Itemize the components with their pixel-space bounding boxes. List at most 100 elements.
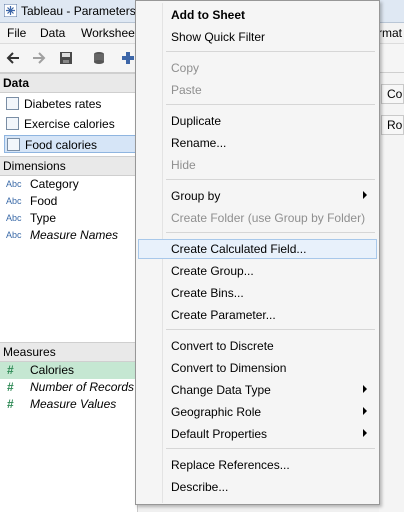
window-title: Tableau - Parameters bbox=[21, 4, 136, 18]
measures-header-label: Measures bbox=[3, 345, 56, 359]
field-label: Category bbox=[30, 177, 79, 191]
menu-item-rename[interactable]: Rename... bbox=[138, 133, 377, 153]
number-type-icon: # bbox=[7, 380, 14, 394]
measures-section-header: Measures bbox=[0, 342, 137, 362]
menu-item-label: Convert to Discrete bbox=[171, 339, 274, 353]
menu-item-label: Create Calculated Field... bbox=[171, 242, 307, 256]
field-label: Number of Records bbox=[30, 380, 135, 394]
field-label: Type bbox=[30, 211, 57, 225]
menu-item-add-to-sheet[interactable]: Add to Sheet bbox=[138, 5, 377, 25]
dimensions-header-label: Dimensions bbox=[3, 159, 66, 173]
save-icon[interactable] bbox=[58, 50, 74, 66]
menu-data[interactable]: Data bbox=[40, 26, 65, 40]
menu-item-label: Group by bbox=[171, 189, 221, 203]
menu-item-create-group[interactable]: Create Group... bbox=[138, 261, 377, 281]
menu-item-label: Show Quick Filter bbox=[171, 30, 266, 44]
data-source-exercise-calories[interactable]: Exercise calories bbox=[4, 115, 137, 133]
menu-separator bbox=[166, 329, 375, 330]
menu-item-label: Create Parameter... bbox=[171, 308, 276, 322]
tableau-app-icon bbox=[4, 4, 17, 17]
menu-item-label: Geographic Role bbox=[171, 405, 262, 419]
menu-item-label: Replace References... bbox=[171, 458, 290, 472]
menu-item-label: Create Bins... bbox=[171, 286, 244, 300]
data-section-header: Data bbox=[0, 73, 137, 93]
dimension-food[interactable]: Abc Food bbox=[0, 193, 137, 210]
data-source-diabetes-rates[interactable]: Diabetes rates bbox=[4, 95, 137, 113]
string-type-icon: Abc bbox=[6, 230, 22, 240]
submenu-arrow-icon bbox=[363, 407, 367, 415]
field-context-menu: Add to Sheet Show Quick Filter Copy Past… bbox=[135, 0, 380, 505]
submenu-arrow-icon bbox=[363, 429, 367, 437]
menu-item-replace-references[interactable]: Replace References... bbox=[138, 455, 377, 475]
string-type-icon: Abc bbox=[6, 179, 22, 189]
field-label: Measure Names bbox=[30, 228, 119, 242]
data-source-label: Exercise calories bbox=[24, 117, 115, 131]
menu-item-change-data-type[interactable]: Change Data Type bbox=[138, 380, 377, 400]
dimension-type[interactable]: Abc Type bbox=[0, 210, 137, 227]
menu-item-create-parameter[interactable]: Create Parameter... bbox=[138, 305, 377, 325]
datasource-linked-icon bbox=[7, 138, 20, 151]
menu-item-label: Add to Sheet bbox=[171, 8, 245, 22]
field-label: Calories bbox=[30, 363, 75, 377]
database-icon[interactable] bbox=[91, 50, 107, 66]
measure-calories[interactable]: # Calories bbox=[0, 362, 137, 379]
number-type-icon: # bbox=[7, 397, 14, 411]
workspace-edge bbox=[379, 73, 404, 512]
menu-item-duplicate[interactable]: Duplicate bbox=[138, 111, 377, 131]
menu-item-label: Default Properties bbox=[171, 427, 268, 441]
datasource-icon bbox=[6, 117, 19, 130]
dimensions-section-header: Dimensions bbox=[0, 156, 137, 176]
menu-item-label: Create Folder (use Group by Folder) bbox=[171, 211, 366, 225]
back-arrow-icon[interactable] bbox=[5, 50, 21, 66]
menu-separator bbox=[166, 51, 375, 52]
data-source-food-calories[interactable]: Food calories bbox=[4, 135, 137, 153]
field-label: Measure Values bbox=[30, 397, 117, 411]
menu-item-label: Describe... bbox=[171, 480, 229, 494]
forward-arrow-icon[interactable] bbox=[31, 50, 47, 66]
menu-item-label: Change Data Type bbox=[171, 383, 271, 397]
menu-item-copy[interactable]: Copy bbox=[138, 58, 377, 78]
submenu-arrow-icon bbox=[363, 191, 367, 199]
string-type-icon: Abc bbox=[6, 213, 22, 223]
menu-item-create-calculated-field[interactable]: Create Calculated Field... bbox=[138, 239, 377, 259]
dimension-measure-names[interactable]: Abc Measure Names bbox=[0, 227, 137, 244]
data-header-label: Data bbox=[3, 76, 30, 90]
menu-item-show-quick-filter[interactable]: Show Quick Filter bbox=[138, 27, 377, 47]
menu-item-describe[interactable]: Describe... bbox=[138, 477, 377, 497]
rows-shelf-label: Ro bbox=[387, 118, 403, 132]
menu-item-convert-to-dimension[interactable]: Convert to Dimension bbox=[138, 358, 377, 378]
menu-item-label: Duplicate bbox=[171, 114, 222, 128]
number-type-icon: # bbox=[7, 363, 14, 377]
menu-format-fragment[interactable]: rmat bbox=[378, 26, 402, 40]
menu-item-hide[interactable]: Hide bbox=[138, 155, 377, 175]
menu-item-paste[interactable]: Paste bbox=[138, 80, 377, 100]
menu-item-label: Copy bbox=[171, 61, 200, 75]
data-source-label: Diabetes rates bbox=[24, 97, 102, 111]
menu-item-label: Rename... bbox=[171, 136, 227, 150]
menu-item-create-folder[interactable]: Create Folder (use Group by Folder) bbox=[138, 208, 377, 228]
measure-number-of-records[interactable]: # Number of Records bbox=[0, 379, 137, 396]
menu-item-default-properties[interactable]: Default Properties bbox=[138, 424, 377, 444]
menu-worksheet[interactable]: Worksheet bbox=[81, 26, 138, 40]
field-label: Food bbox=[30, 194, 58, 208]
menu-separator bbox=[166, 104, 375, 105]
menu-item-create-bins[interactable]: Create Bins... bbox=[138, 283, 377, 303]
columns-shelf-fragment[interactable]: Co bbox=[381, 84, 404, 104]
string-type-icon: Abc bbox=[6, 196, 22, 206]
menu-item-group-by[interactable]: Group by bbox=[138, 186, 377, 206]
rows-shelf-fragment[interactable]: Ro bbox=[381, 115, 404, 135]
submenu-arrow-icon bbox=[363, 385, 367, 393]
menu-item-convert-to-discrete[interactable]: Convert to Discrete bbox=[138, 336, 377, 356]
data-source-label: Food calories bbox=[25, 138, 98, 152]
data-pane: Data Diabetes rates Exercise calories Fo… bbox=[0, 73, 138, 512]
menu-item-label: Create Group... bbox=[171, 264, 254, 278]
menu-file[interactable]: File bbox=[7, 26, 26, 40]
menu-item-geographic-role[interactable]: Geographic Role bbox=[138, 402, 377, 422]
dimension-category[interactable]: Abc Category bbox=[0, 176, 137, 193]
menu-separator bbox=[166, 448, 375, 449]
measure-measure-values[interactable]: # Measure Values bbox=[0, 396, 137, 413]
menu-separator bbox=[166, 232, 375, 233]
menu-item-label: Hide bbox=[171, 158, 196, 172]
menu-item-label: Paste bbox=[171, 83, 202, 97]
menu-item-label: Convert to Dimension bbox=[171, 361, 287, 375]
